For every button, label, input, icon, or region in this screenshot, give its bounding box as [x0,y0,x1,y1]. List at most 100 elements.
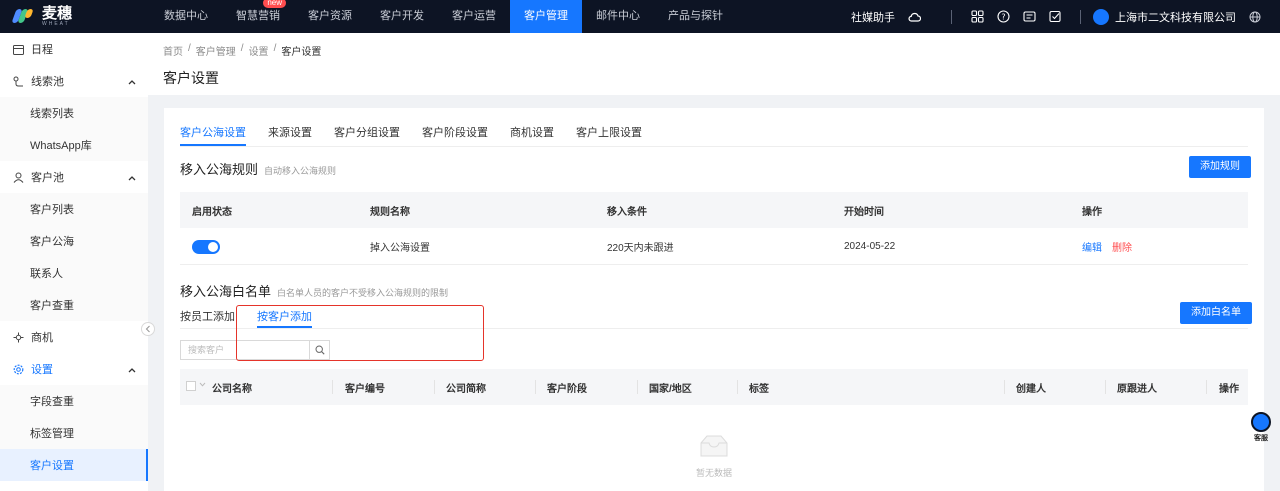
breadcrumb-home[interactable]: 首页 [163,43,183,58]
empty-state: 暂无数据 [694,433,734,479]
whitelist-section-subtitle: 白名单人员的客户不受移入公海规则的限制 [277,288,449,298]
brand-name: 麦穗 [42,5,73,22]
nav-item-smart-marketing[interactable]: 智慧营销 new [222,0,294,33]
chevron-up-icon [128,364,136,376]
sidebar-item-customer-dedup[interactable]: 客户查重 [0,289,148,321]
nav-item-data-center[interactable]: 数据中心 [150,0,222,33]
column-header: 规则名称 [370,206,410,218]
opportunity-icon [12,331,24,343]
nav-item-customer-management[interactable]: 客户管理 [510,0,582,33]
nav-item-mail-center[interactable]: 邮件中心 [582,0,654,33]
company-avatar [1093,8,1109,25]
page-header: 首页 / 客户管理 / 设置 / 客户设置 客户设置 [148,33,1280,95]
customer-service-button[interactable]: 客服 [1250,412,1272,443]
sidebar-item-customer-settings[interactable]: 客户设置 [0,449,148,481]
sidebar-item-settings[interactable]: 设置 [0,353,148,385]
gear-icon [12,363,24,375]
tab-customer-group-settings[interactable]: 客户分组设置 [334,124,400,146]
column-header: 标签 [749,384,769,395]
sidebar-item-contacts[interactable]: 联系人 [0,257,148,289]
user-icon [12,171,24,183]
headset-icon [1251,412,1271,432]
sidebar-item-lead-list[interactable]: 线索列表 [0,97,148,129]
top-navbar: 麦穗 WHEAT 数据中心 智慧营销 new 客户资源 客户开发 客户运营 客户管… [0,0,1280,33]
whitelist-section-title: 移入公海白名单 白名单人员的客户不受移入公海规则的限制 [180,284,449,299]
empty-box-icon [700,435,728,457]
sidebar-item-opportunities[interactable]: 商机 [0,321,148,353]
breadcrumb-settings[interactable]: 设置 [249,43,269,58]
help-icon[interactable]: ? [996,10,1010,24]
settings-tabs: 客户公海设置 来源设置 客户分组设置 客户阶段设置 商机设置 客户上限设置 [180,124,642,146]
sidebar-item-customer-pool[interactable]: 客户池 [0,161,148,193]
apps-grid-icon[interactable] [970,10,984,24]
empty-text: 暂无数据 [695,468,732,478]
nav-item-customer-resources[interactable]: 客户资源 [294,0,366,33]
rule-name: 掉入公海设置 [370,242,430,254]
column-divider [1105,380,1106,394]
column-divider [332,380,333,394]
tabs-divider [180,146,1248,147]
sidebar-item-customer-public-pool[interactable]: 客户公海 [0,225,148,257]
chevron-up-icon [128,172,136,184]
chevron-up-icon [128,76,136,88]
breadcrumb: 首页 / 客户管理 / 设置 / 客户设置 [163,43,322,58]
tab-customer-stage-settings[interactable]: 客户阶段设置 [422,124,488,146]
breadcrumb-customer-management[interactable]: 客户管理 [196,43,236,58]
logo-mark-icon [11,8,36,25]
main-nav: 数据中心 智慧营销 new 客户资源 客户开发 客户运营 客户管理 邮件中心 产品… [150,0,737,33]
sidebar-collapse-button[interactable] [141,322,155,336]
task-check-icon[interactable] [1048,10,1062,24]
rule-condition: 220天内未跟进 [607,242,674,254]
chevron-down-icon[interactable] [199,379,206,390]
brand-name-en: WHEAT [42,21,70,27]
column-header: 公司简称 [446,384,486,395]
tab-public-pool-settings[interactable]: 客户公海设置 [180,124,246,146]
sidebar-item-whatsapp-library[interactable]: WhatsApp库 [0,129,148,161]
sidebar-item-schedule[interactable]: 日程 [0,33,148,65]
lead-icon [12,75,24,87]
edit-rule-link[interactable]: 编辑 [1082,239,1102,254]
add-rule-button[interactable]: 添加规则 [1189,156,1251,178]
column-header: 创建人 [1016,384,1046,395]
tab-source-settings[interactable]: 来源设置 [268,124,312,146]
sidebar-item-customer-list[interactable]: 客户列表 [0,193,148,225]
column-divider [1206,380,1207,394]
rule-start-time: 2024-05-22 [844,240,896,252]
column-header: 国家/地区 [649,384,692,395]
tab-customer-limit-settings[interactable]: 客户上限设置 [576,124,642,146]
sidebar-item-field-dedup[interactable]: 字段查重 [0,385,148,417]
brand-logo[interactable]: 麦穗 WHEAT [0,0,150,33]
globe-icon[interactable] [1248,10,1262,24]
table-row: 掉入公海设置 220天内未跟进 2024-05-22 编辑 删除 [180,228,1248,265]
sidebar: 日程 线索池 线索列表 WhatsApp库 客户池 客户列表 客户公海 联系人 … [0,33,148,491]
customer-service-label: 客服 [1254,435,1268,442]
column-header: 操作 [1219,384,1239,395]
sidebar-item-tag-management[interactable]: 标签管理 [0,417,148,449]
add-whitelist-button[interactable]: 添加白名单 [1180,302,1252,324]
social-assistant-button[interactable]: 社媒助手 [851,9,927,25]
highlight-box [236,305,484,361]
breadcrumb-current: 客户设置 [281,47,322,58]
column-header: 开始时间 [844,206,884,218]
nav-item-customer-development[interactable]: 客户开发 [366,0,438,33]
column-divider [1004,380,1005,394]
divider [1080,9,1081,24]
sidebar-item-lead-pool[interactable]: 线索池 [0,65,148,97]
nav-item-products[interactable]: 产品与探针 [654,0,737,33]
column-divider [434,380,435,394]
company-switcher[interactable]: 上海市二文科技有限公司 [1093,8,1236,25]
column-header: 客户阶段 [547,384,587,395]
column-divider [737,380,738,394]
nav-item-customer-operations[interactable]: 客户运营 [438,0,510,33]
tab-opportunity-settings[interactable]: 商机设置 [510,124,554,146]
select-all-checkbox[interactable] [186,381,196,391]
new-badge: new [263,0,286,8]
calendar-icon [12,43,24,55]
delete-rule-link[interactable]: 删除 [1112,239,1132,254]
subtab-by-employee[interactable]: 按员工添加 [180,308,235,328]
rules-table-header: 启用状态 规则名称 移入条件 开始时间 操作 [180,192,1248,228]
contact-card-icon[interactable] [1022,10,1036,24]
column-header: 操作 [1082,206,1102,218]
enable-toggle[interactable] [192,240,220,254]
column-header: 公司名称 [212,384,252,395]
